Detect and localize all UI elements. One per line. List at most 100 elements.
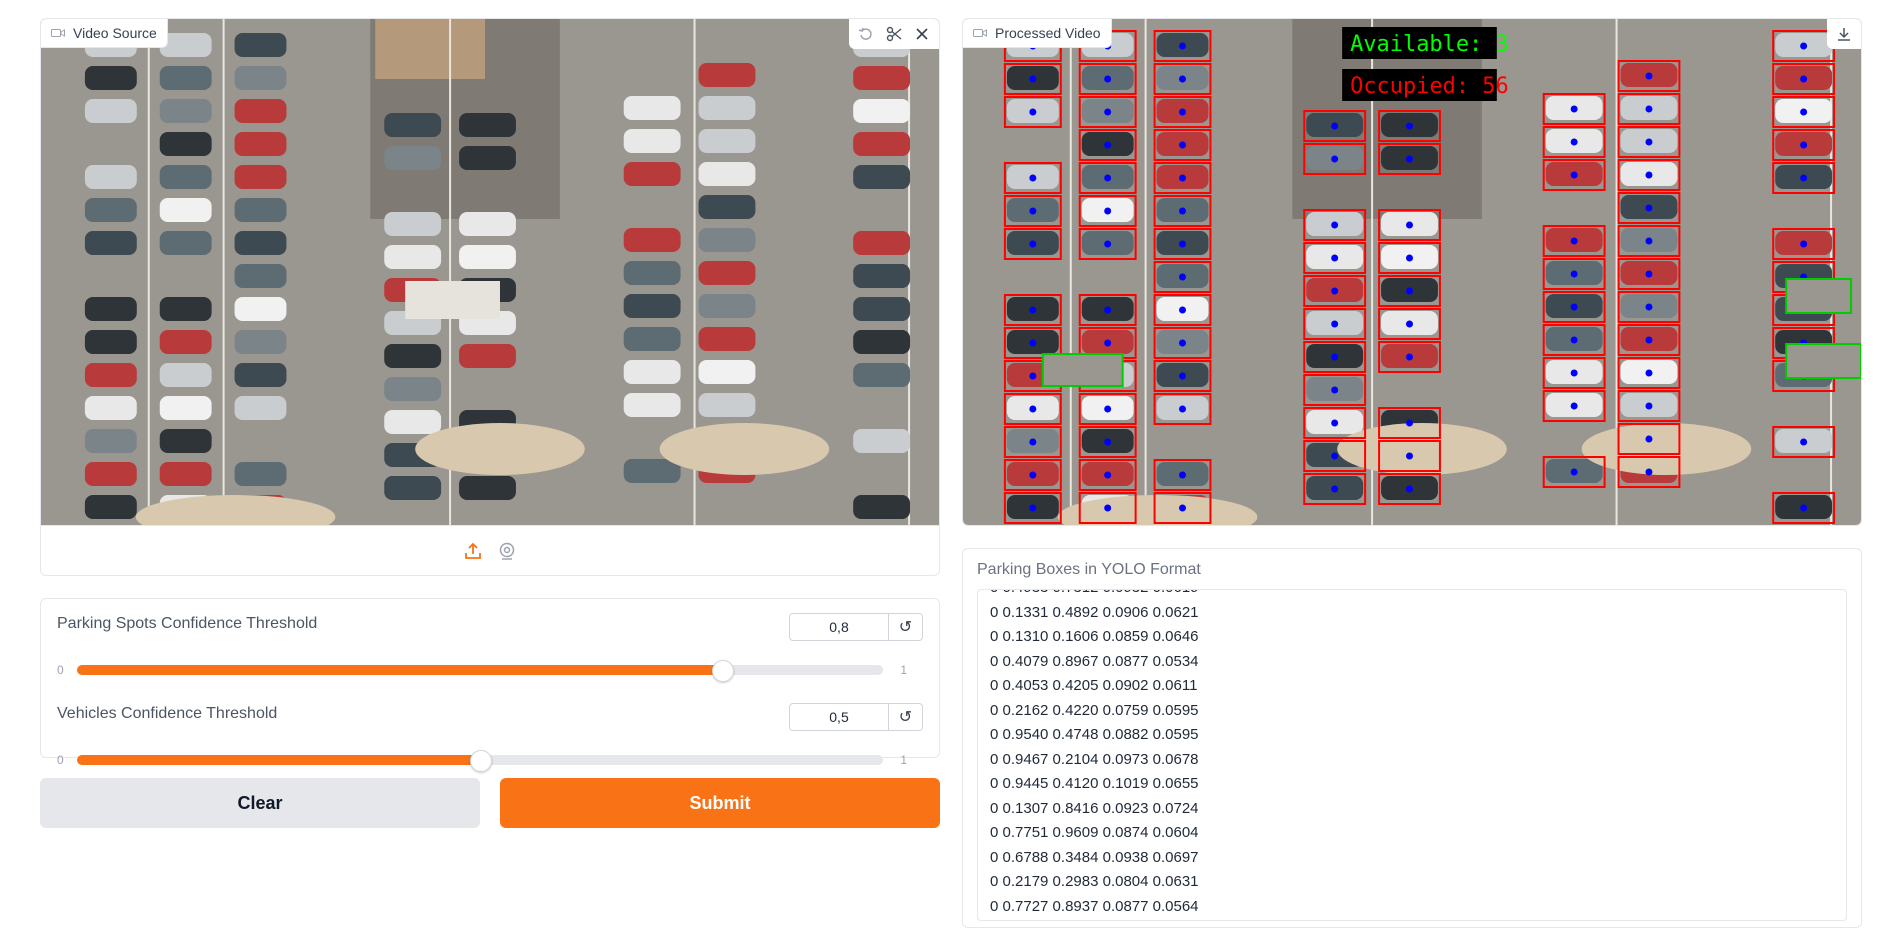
- vehicle-center-dot: [1104, 75, 1112, 83]
- car: [853, 495, 911, 519]
- car: [459, 146, 516, 170]
- vehicle-center-dot: [1029, 339, 1037, 347]
- parking-threshold-handle[interactable]: [711, 660, 734, 682]
- video-source-label: Video Source: [73, 25, 157, 41]
- car: [234, 99, 287, 123]
- vehicle-center-dot: [1179, 471, 1187, 479]
- parking-threshold-track[interactable]: [77, 660, 883, 682]
- parking-threshold-slider: Parking Spots Confidence Threshold 0,8 ↺…: [57, 613, 923, 703]
- vehicle-center-dot: [1029, 108, 1037, 116]
- vehicle-center-dot: [1570, 237, 1578, 245]
- vehicle-center-dot: [1570, 105, 1578, 113]
- car: [159, 132, 212, 156]
- parking-threshold-reset-icon[interactable]: ↺: [889, 613, 923, 641]
- vehicle-center-dot: [1800, 108, 1808, 116]
- car: [384, 113, 442, 137]
- parking-threshold-label: Parking Spots Confidence Threshold: [57, 615, 318, 632]
- close-icon[interactable]: [909, 21, 935, 47]
- vehicle-center-dot: [1331, 287, 1339, 295]
- webcam-icon[interactable]: [497, 541, 517, 561]
- video-source-tag: Video Source: [41, 19, 168, 48]
- car: [84, 99, 137, 123]
- car: [623, 96, 681, 120]
- car: [84, 462, 137, 486]
- download-icon[interactable]: [1831, 21, 1857, 47]
- car: [853, 132, 911, 156]
- car: [84, 66, 137, 90]
- left-column: Video Source Parking Spots Confidence Th…: [40, 18, 940, 828]
- vehicle-center-dot: [1104, 240, 1112, 248]
- vehicle-center-dot: [1331, 155, 1339, 163]
- vehicles-threshold-max: 1: [900, 753, 907, 767]
- car: [384, 410, 442, 434]
- vehicle-center-dot: [1029, 207, 1037, 215]
- vehicles-threshold-track[interactable]: [77, 750, 883, 772]
- right-column: Available: 3 Occupied: 56 Processed Vide…: [962, 18, 1862, 928]
- car: [159, 396, 212, 420]
- car: [159, 99, 212, 123]
- car: [159, 231, 212, 255]
- car: [698, 360, 756, 384]
- vehicles-threshold-handle[interactable]: [470, 750, 492, 772]
- vehicle-center-dot: [1570, 369, 1578, 377]
- car: [853, 363, 911, 387]
- source-video-frame[interactable]: [41, 19, 939, 525]
- vehicle-center-dot: [1645, 468, 1653, 476]
- vehicle-center-dot: [1645, 204, 1653, 212]
- car: [459, 113, 516, 137]
- car: [159, 66, 212, 90]
- vehicle-center-dot: [1331, 386, 1339, 394]
- vehicle-center-dot: [1104, 438, 1112, 446]
- vehicles-threshold-input[interactable]: 0,5: [789, 703, 889, 731]
- available-spot-box: [1785, 343, 1861, 379]
- undo-icon[interactable]: [853, 21, 879, 47]
- car: [384, 212, 442, 236]
- parking-threshold-input[interactable]: 0,8: [789, 613, 889, 641]
- vehicle-center-dot: [1331, 485, 1339, 493]
- vehicles-threshold-label: Vehicles Confidence Threshold: [57, 705, 278, 722]
- vehicle-center-dot: [1800, 504, 1808, 512]
- vehicle-center-dot: [1179, 207, 1187, 215]
- car: [623, 228, 681, 252]
- available-spot-box: [1785, 278, 1853, 314]
- car: [84, 165, 137, 189]
- vehicles-threshold-fill: [77, 755, 480, 765]
- car: [623, 261, 681, 285]
- processed-toolbar: [1827, 19, 1861, 49]
- vehicle-center-dot: [1570, 171, 1578, 179]
- source-toolbar: [849, 19, 939, 49]
- car: [459, 476, 516, 500]
- car: [159, 297, 212, 321]
- vehicle-center-dot: [1179, 141, 1187, 149]
- yolo-output-textbox[interactable]: 0 0.4933 0.7312 0.0932 0.0619 0 0.1331 0.…: [977, 589, 1847, 921]
- car: [459, 344, 516, 368]
- vehicle-center-dot: [1800, 438, 1808, 446]
- vehicle-center-dot: [1570, 303, 1578, 311]
- car: [159, 429, 212, 453]
- vehicle-center-dot: [1645, 105, 1653, 113]
- vehicle-center-dot: [1179, 504, 1187, 512]
- vehicle-center-dot: [1645, 171, 1653, 179]
- car: [384, 377, 442, 401]
- vehicle-center-dot: [1406, 320, 1413, 328]
- car: [853, 429, 911, 453]
- vehicle-center-dot: [1104, 207, 1112, 215]
- car: [623, 327, 681, 351]
- car: [84, 330, 137, 354]
- vehicle-center-dot: [1800, 240, 1808, 248]
- car: [698, 261, 756, 285]
- processed-video-frame[interactable]: Available: 3 Occupied: 56: [963, 19, 1861, 525]
- car: [84, 495, 137, 519]
- vehicles-threshold-reset-icon[interactable]: ↺: [889, 703, 923, 731]
- car: [853, 231, 911, 255]
- vehicle-center-dot: [1029, 174, 1037, 182]
- vehicle-center-dot: [1331, 452, 1339, 460]
- car: [234, 132, 287, 156]
- vehicle-center-dot: [1331, 353, 1339, 361]
- car: [159, 462, 212, 486]
- car: [234, 33, 287, 57]
- upload-icon[interactable]: [463, 541, 483, 561]
- scissors-icon[interactable]: [881, 21, 907, 47]
- vehicle-center-dot: [1179, 75, 1187, 83]
- car: [234, 462, 287, 486]
